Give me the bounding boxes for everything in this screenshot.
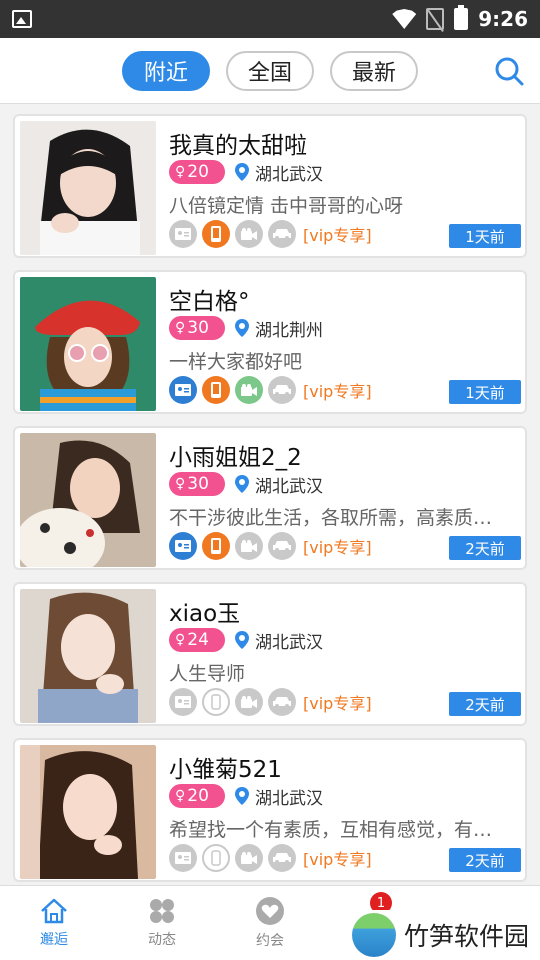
nav-label: 动态: [148, 932, 176, 948]
verification-icons: [vip专享]: [169, 688, 372, 716]
vip-label[interactable]: [vip专享]: [303, 846, 372, 870]
user-name: 小雨姐姐2_2: [169, 445, 302, 471]
active-time: 1天前: [449, 224, 521, 248]
verification-icons: [vip专享]: [169, 532, 372, 560]
user-name: 空白格°: [169, 289, 250, 315]
location-pin-icon: [235, 319, 249, 337]
user-photo[interactable]: [20, 589, 156, 723]
verification-icons: [vip专享]: [169, 376, 372, 404]
user-name: xiao玉: [169, 601, 241, 627]
video-icon: [235, 532, 263, 560]
user-card[interactable]: 小雏菊521 ♀ 20 湖北武汉 希望找一个有素质，互相有感觉，有经… [vip专…: [13, 738, 527, 882]
phone-icon: [202, 688, 230, 716]
watermark-logo: [352, 913, 396, 957]
user-photo[interactable]: [20, 121, 156, 255]
location: 湖北武汉: [235, 784, 323, 809]
user-card[interactable]: xiao玉 ♀ 24 湖北武汉 人生导师 [vip专享] 2天前: [13, 582, 527, 726]
heart-icon: [256, 897, 284, 925]
car-icon: [268, 844, 296, 872]
active-time: 2天前: [449, 536, 521, 560]
age-badge: ♀ 20: [169, 160, 225, 184]
watermark-text: 竹笋软件园: [404, 922, 530, 951]
nav-dating[interactable]: 约会: [216, 886, 324, 960]
id-card-icon: [169, 844, 197, 872]
id-card-icon: [169, 688, 197, 716]
grid-icon: [150, 899, 174, 923]
active-time: 2天前: [449, 692, 521, 716]
tab-nearby[interactable]: 附近: [121, 50, 210, 91]
search-icon[interactable]: [494, 56, 524, 86]
video-icon: [235, 376, 263, 404]
gender-icon: ♀: [175, 632, 186, 648]
nav-moments[interactable]: 动态: [108, 886, 216, 960]
age-badge: ♀ 30: [169, 472, 225, 496]
age-badge: ♀ 30: [169, 316, 225, 340]
location-pin-icon: [235, 787, 249, 805]
status-bar: 9:26: [0, 0, 540, 38]
active-time: 2天前: [449, 848, 521, 872]
user-name: 小雏菊521: [169, 757, 282, 783]
gender-icon: ♀: [175, 476, 186, 492]
user-photo[interactable]: [20, 745, 156, 879]
gender-icon: ♀: [175, 788, 186, 804]
user-card[interactable]: 空白格° ♀ 30 湖北荆州 一样大家都好吧 [vip专享] 1天前: [13, 270, 527, 414]
phone-icon: [202, 220, 230, 248]
location-pin-icon: [235, 475, 249, 493]
verification-icons: [vip专享]: [169, 844, 372, 872]
watermark: 竹笋软件园: [340, 910, 540, 960]
vip-label[interactable]: [vip专享]: [303, 534, 372, 558]
no-sim-icon: [426, 8, 445, 30]
home-icon: [41, 898, 67, 924]
phone-icon: [202, 376, 230, 404]
location-pin-icon: [235, 631, 249, 649]
location: 湖北武汉: [235, 472, 323, 497]
user-bio: 人生导师: [169, 663, 246, 685]
top-bar: 附近 全国 最新: [0, 38, 540, 104]
phone-icon: [202, 532, 230, 560]
id-card-icon: [169, 220, 197, 248]
user-bio: 不干涉彼此生活，各取所需，高素质大…: [169, 507, 509, 529]
active-time: 1天前: [449, 380, 521, 404]
nav-label: 约会: [256, 933, 284, 949]
user-card[interactable]: 小雨姐姐2_2 ♀ 30 湖北武汉 不干涉彼此生活，各取所需，高素质大… [vip…: [13, 426, 527, 570]
tab-nationwide[interactable]: 全国: [225, 50, 314, 91]
user-photo[interactable]: [20, 433, 156, 567]
age-badge: ♀ 20: [169, 784, 225, 808]
location: 湖北武汉: [235, 628, 323, 653]
car-icon: [268, 688, 296, 716]
phone-icon: [202, 844, 230, 872]
location: 湖北武汉: [235, 160, 323, 185]
user-photo[interactable]: [20, 277, 156, 411]
battery-charging-icon: [454, 5, 469, 30]
id-card-icon: [169, 376, 197, 404]
vip-label[interactable]: [vip专享]: [303, 222, 372, 246]
gender-icon: ♀: [175, 164, 186, 180]
user-list: 我真的太甜啦 ♀ 20 湖北武汉 八倍镜定情 击中哥哥的心呀 [vip专享] 1天…: [0, 104, 540, 882]
user-name: 我真的太甜啦: [169, 133, 307, 159]
user-bio: 八倍镜定情 击中哥哥的心呀: [169, 195, 404, 217]
gender-icon: ♀: [175, 320, 186, 336]
tab-latest[interactable]: 最新: [330, 50, 419, 91]
video-icon: [235, 220, 263, 248]
status-time: 9:26: [478, 7, 528, 31]
car-icon: [268, 532, 296, 560]
verification-icons: [vip专享]: [169, 220, 372, 248]
location: 湖北荆州: [235, 316, 323, 341]
user-bio: 一样大家都好吧: [169, 351, 303, 373]
wifi-icon: [392, 9, 417, 29]
user-bio: 希望找一个有素质，互相有感觉，有经…: [169, 819, 509, 841]
video-icon: [235, 844, 263, 872]
location-pin-icon: [235, 163, 249, 181]
nav-encounter[interactable]: 邂逅: [0, 886, 108, 960]
car-icon: [268, 376, 296, 404]
user-card[interactable]: 我真的太甜啦 ♀ 20 湖北武汉 八倍镜定情 击中哥哥的心呀 [vip专享] 1天…: [13, 114, 527, 258]
car-icon: [268, 220, 296, 248]
vip-label[interactable]: [vip专享]: [303, 378, 372, 402]
vip-label[interactable]: [vip专享]: [303, 690, 372, 714]
age-badge: ♀ 24: [169, 628, 225, 652]
gallery-icon: [12, 10, 32, 28]
video-icon: [235, 688, 263, 716]
nav-label: 邂逅: [40, 932, 68, 948]
id-card-icon: [169, 532, 197, 560]
